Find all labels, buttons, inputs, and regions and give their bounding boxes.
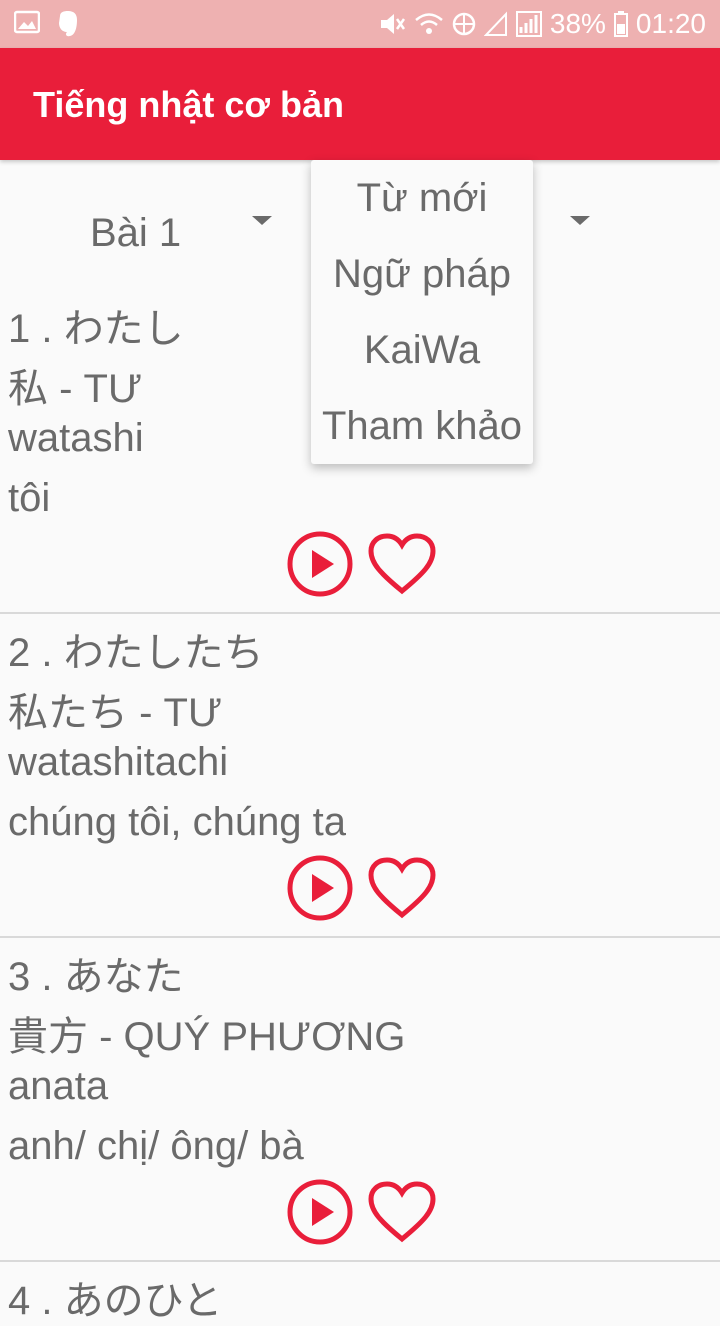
- gallery-icon: [14, 10, 40, 34]
- word-meaning: chúng tôi, chúng ta: [8, 800, 347, 844]
- favorite-button[interactable]: [368, 1178, 436, 1246]
- word-meaning: tôi: [8, 476, 51, 520]
- list-item: 3 . あなた 貴方 - QUÝ PHƯƠNG anata anh/ chị/ …: [0, 938, 720, 1262]
- menu-item-kaiwa[interactable]: KaiWa: [311, 312, 533, 388]
- list-item: 4 . あのひと: [0, 1262, 720, 1323]
- app-bar: Tiếng nhật cơ bản: [0, 48, 720, 160]
- word-kana: 1 . わたし: [8, 307, 184, 351]
- word-romaji: anata: [8, 1064, 109, 1108]
- battery-percent: 38%: [549, 8, 606, 39]
- list-item: 2 . わたしたち 私たち - TƯ watashitachi chúng tô…: [0, 614, 720, 938]
- word-romaji: watashitachi: [8, 740, 229, 784]
- lesson-dropdown-arrow-icon: [252, 216, 272, 225]
- favorite-button[interactable]: [368, 854, 436, 922]
- heart-outline-icon: [368, 1181, 436, 1243]
- signal-weak-icon: [483, 11, 507, 36]
- word-romaji: watashi: [8, 416, 144, 460]
- favorite-button[interactable]: [368, 530, 436, 598]
- word-kanji: 私たち - TƯ: [8, 691, 223, 735]
- heart-outline-icon: [368, 857, 436, 919]
- globe-icon: [452, 12, 476, 36]
- menu-item-reference[interactable]: Tham khảo: [311, 388, 533, 464]
- lesson-spinner-value: Bài 1: [90, 210, 182, 255]
- menu-item-new-words[interactable]: Từ mới: [311, 160, 533, 236]
- battery-icon: [613, 11, 628, 37]
- category-dropdown-arrow-icon: [570, 216, 590, 225]
- mute-icon: [380, 14, 405, 34]
- signal-icon: [515, 11, 542, 37]
- play-circle-icon: [287, 531, 353, 597]
- word-kana: 2 . わたしたち: [8, 631, 264, 675]
- status-bar: 38% 01:20: [0, 0, 720, 48]
- word-kana: 4 . あのひと: [8, 1279, 223, 1323]
- app-title: Tiếng nhật cơ bản: [33, 84, 344, 125]
- evernote-icon: [59, 11, 77, 37]
- lesson-spinner[interactable]: Bài 1: [90, 188, 280, 278]
- play-button[interactable]: [286, 854, 354, 922]
- play-button[interactable]: [286, 1178, 354, 1246]
- play-circle-icon: [287, 1179, 353, 1245]
- word-kanji: 貴方 - QUÝ PHƯƠNG: [8, 1015, 406, 1059]
- word-kana: 3 . あなた: [8, 955, 184, 999]
- word-kanji: 私 - TƯ: [8, 367, 143, 411]
- word-meaning: anh/ chị/ ông/ bà: [8, 1124, 304, 1168]
- clock: 01:20: [635, 8, 706, 39]
- play-button[interactable]: [286, 530, 354, 598]
- menu-item-grammar[interactable]: Ngữ pháp: [311, 236, 533, 312]
- play-circle-icon: [287, 855, 353, 921]
- category-dropdown-menu: Từ mới Ngữ pháp KaiWa Tham khảo: [311, 160, 533, 464]
- category-spinner[interactable]: [560, 188, 620, 278]
- wifi-icon: [415, 13, 443, 34]
- heart-outline-icon: [368, 533, 436, 595]
